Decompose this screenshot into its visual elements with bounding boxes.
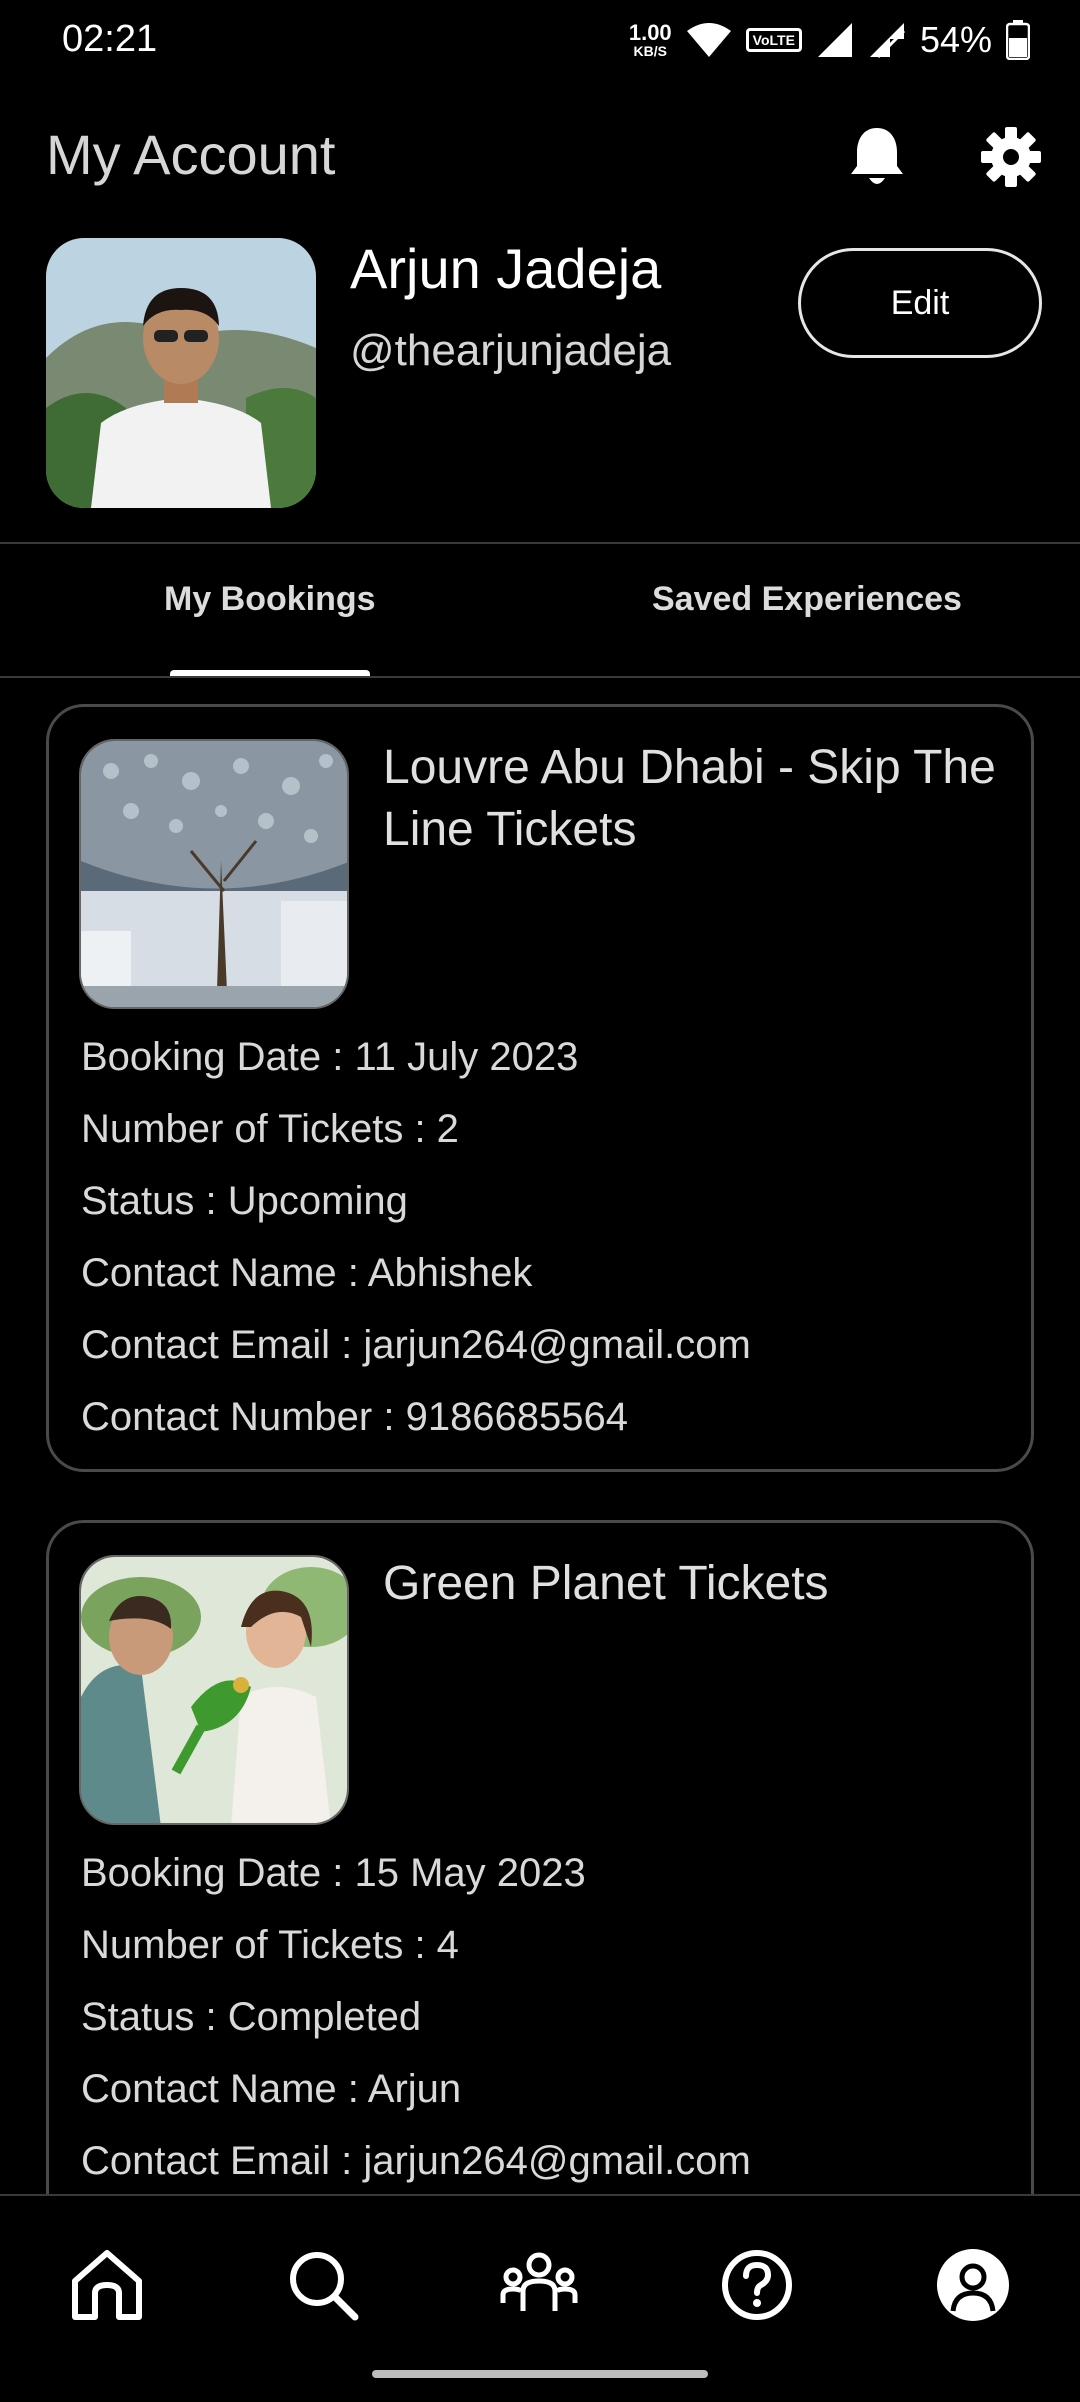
green-planet-photo (81, 1557, 347, 1823)
ticket-count: Number of Tickets : 2 (81, 1107, 459, 1151)
gear-icon (981, 127, 1041, 187)
booking-title: Louvre Abu Dhabi - Skip The Line Tickets (383, 741, 996, 856)
booking-title: Green Planet Tickets (383, 1557, 829, 1610)
search-icon (290, 2252, 359, 2321)
booking-card[interactable]: Green Planet Tickets Booking Date : 15 M… (46, 1520, 1034, 2280)
profile-handle: @thearjunjadeja (350, 326, 672, 375)
home-icon (72, 2250, 142, 2320)
profile-name: Arjun Jadeja (350, 237, 662, 300)
profile-icon (937, 2249, 1009, 2321)
bell-icon (851, 128, 903, 184)
tab-saved-experiences[interactable]: Saved Experiences (652, 580, 962, 619)
signal-icon (817, 23, 852, 57)
booking-status: Status : Upcoming (81, 1179, 408, 1223)
avatar (46, 238, 316, 508)
notifications-button[interactable] (842, 122, 912, 192)
battery-percent: 54% (919, 19, 992, 60)
booking-status: Status : Completed (81, 1995, 422, 2039)
contact-name: Contact Name : Arjun (81, 2067, 462, 2111)
battery-icon (1006, 20, 1030, 60)
contact-name: Contact Name : Abhishek (81, 1251, 533, 1295)
booking-date: Booking Date : 11 July 2023 (81, 1035, 579, 1079)
tab-my-bookings[interactable]: My Bookings (164, 580, 376, 619)
gesture-bar[interactable] (372, 2370, 708, 2378)
network-speed-unit: KB/S (633, 43, 667, 59)
network-speed: 1.00 KB/S (628, 20, 672, 59)
status-time: 02:21 (62, 18, 158, 60)
settings-button[interactable] (976, 122, 1046, 192)
nav-help[interactable] (712, 2240, 802, 2330)
contact-email: Contact Email : jarjun264@gmail.com (81, 1323, 751, 1367)
louvre-photo (81, 741, 347, 1007)
edit-profile-button[interactable]: Edit (798, 248, 1042, 358)
community-icon (500, 2252, 578, 2311)
ticket-count: Number of Tickets : 4 (81, 1923, 459, 1967)
tabs-divider (0, 676, 1080, 678)
contact-email: Contact Email : jarjun264@gmail.com (81, 2139, 751, 2183)
status-indicators: 1.00 KB/S VoLTE 54% (629, 16, 1030, 64)
booking-date: Booking Date : 15 May 2023 (81, 1851, 586, 1895)
help-icon (722, 2250, 792, 2320)
nav-home[interactable] (62, 2240, 152, 2330)
booking-image (79, 1555, 349, 1825)
nav-community[interactable] (494, 2240, 584, 2330)
wifi-icon (686, 23, 731, 57)
avatar-photo (46, 238, 316, 508)
network-speed-value: 1.00 (628, 20, 672, 45)
nav-search[interactable] (278, 2240, 368, 2330)
nav-profile[interactable] (928, 2240, 1018, 2330)
page-title: My Account (46, 123, 336, 186)
booking-card[interactable]: Louvre Abu Dhabi - Skip The Line Tickets… (46, 704, 1034, 1472)
volte-badge: VoLTE (745, 28, 802, 52)
contact-number: Contact Number : 9186685564 (81, 1395, 629, 1439)
signal-roaming-icon (869, 23, 905, 59)
divider (0, 542, 1080, 544)
booking-image (79, 739, 349, 1009)
